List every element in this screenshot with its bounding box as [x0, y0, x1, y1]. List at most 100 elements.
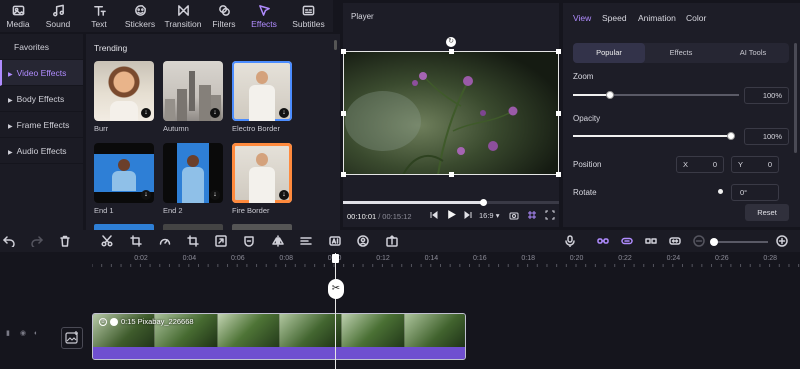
play-icon[interactable] — [446, 209, 457, 222]
time-ruler[interactable]: 0:020:040:060:080:100:120:140:160:180:20… — [92, 253, 800, 267]
category-audio-effects[interactable]: ▶ Audio Effects — [0, 138, 83, 164]
effect-item-burr[interactable]: ↓ Burr — [94, 61, 154, 133]
video-clip[interactable]: ② 0:15 Pixabay_226668 — [92, 313, 466, 360]
reset-button[interactable]: Reset — [745, 204, 789, 221]
position-x-field[interactable]: X0 — [676, 156, 724, 173]
selection-frame[interactable] — [343, 51, 559, 175]
speed-icon[interactable] — [159, 235, 171, 247]
redo-icon[interactable] — [31, 235, 43, 249]
nav-media[interactable]: Media — [0, 0, 36, 32]
zoom-slider-knob[interactable] — [605, 91, 614, 99]
microphone-icon[interactable] — [564, 235, 576, 248]
opacity-slider[interactable] — [573, 132, 735, 140]
progress-knob[interactable] — [480, 199, 488, 206]
resize-handle[interactable] — [556, 111, 561, 116]
fullscreen-icon[interactable] — [545, 210, 555, 222]
ruler-tick-label: 0:12 — [376, 255, 390, 262]
tab-animation[interactable]: Animation — [638, 13, 676, 23]
rotate-crop-icon[interactable] — [187, 235, 199, 247]
effect-item-end-1[interactable]: ↓ End 1 — [94, 143, 154, 215]
add-media-button[interactable] — [61, 327, 83, 349]
download-icon[interactable]: ↓ — [210, 190, 220, 200]
nav-transition[interactable]: Transition — [162, 0, 204, 32]
zoom-value-field[interactable]: 100% — [744, 87, 789, 104]
playhead-handle[interactable] — [332, 254, 339, 263]
subtab-effects[interactable]: Effects — [645, 43, 717, 63]
resize-handle[interactable] — [556, 172, 561, 177]
nav-text[interactable]: Text — [80, 0, 118, 32]
split-icon[interactable] — [101, 235, 113, 247]
previous-frame-icon[interactable] — [429, 210, 439, 222]
scissors-icon[interactable]: ✂ — [328, 279, 344, 299]
resize-handle[interactable] — [449, 172, 454, 177]
eye-icon[interactable]: ◉ — [20, 330, 28, 338]
rotate-handle-icon[interactable]: ↻ — [446, 37, 456, 47]
fit-icon[interactable] — [669, 235, 681, 247]
properties-scrollbar[interactable] — [794, 43, 797, 153]
tab-speed[interactable]: Speed — [602, 13, 627, 23]
magnet-icon[interactable] — [621, 235, 633, 247]
download-icon[interactable]: ↓ — [141, 190, 151, 200]
library-scrollbar[interactable] — [334, 40, 337, 50]
mask-icon[interactable] — [243, 235, 255, 247]
category-frame-effects[interactable]: ▶ Frame Effects — [0, 112, 83, 138]
link-icon[interactable] — [597, 235, 609, 247]
tab-color[interactable]: Color — [686, 13, 706, 23]
ai-icon[interactable] — [329, 235, 341, 247]
nav-effects[interactable]: Effects — [244, 0, 284, 32]
rotate-value-field[interactable]: 0° — [731, 184, 779, 201]
grid-icon[interactable] — [527, 210, 537, 222]
mute-icon[interactable]: ◐ — [34, 330, 42, 338]
flip-icon[interactable] — [272, 235, 284, 247]
nav-transition-label: Transition — [164, 18, 202, 29]
lock-icon[interactable]: ▮ — [6, 330, 14, 338]
resize-handle[interactable] — [341, 111, 346, 116]
effect-item-electro-border[interactable]: ↓ Electro Border — [232, 61, 292, 133]
nav-filters[interactable]: Filters — [204, 0, 244, 32]
nav-sound[interactable]: Sound — [36, 0, 80, 32]
adjust-icon[interactable] — [300, 235, 312, 247]
download-icon[interactable]: ↓ — [210, 108, 220, 118]
playback-progress[interactable] — [343, 199, 559, 206]
resize-handle[interactable] — [341, 49, 346, 54]
section-title: Trending — [94, 43, 128, 53]
next-frame-icon[interactable] — [463, 210, 473, 222]
aspect-ratio-select[interactable]: 16:9 ▾ — [479, 211, 499, 220]
snap-icon[interactable] — [645, 235, 657, 247]
subtab-popular[interactable]: Popular — [573, 43, 645, 63]
download-icon[interactable]: ↓ — [279, 108, 289, 118]
zoom-in-icon[interactable] — [776, 235, 788, 247]
effect-item-autumn[interactable]: ↓ Autumn — [163, 61, 223, 133]
category-body-effects[interactable]: ▶ Body Effects — [0, 86, 83, 112]
playhead[interactable] — [335, 253, 336, 369]
timeline-zoom-slider[interactable] — [712, 241, 768, 243]
export-frame-icon[interactable] — [386, 235, 398, 247]
clip-play-icon — [110, 317, 118, 326]
category-video-effects[interactable]: ▶ Video Effects — [0, 60, 83, 86]
rotate-dial-icon[interactable] — [718, 189, 723, 194]
nav-subtitles[interactable]: Subtitles — [284, 0, 333, 32]
subtab-ai-tools[interactable]: AI Tools — [717, 43, 789, 63]
resize-handle[interactable] — [556, 49, 561, 54]
face-icon[interactable] — [357, 235, 369, 247]
category-favorites[interactable]: Favorites — [0, 34, 83, 60]
download-icon[interactable]: ↓ — [279, 190, 289, 200]
tab-view[interactable]: View — [573, 13, 591, 23]
resize-handle[interactable] — [449, 49, 454, 54]
download-icon[interactable]: ↓ — [141, 108, 151, 118]
effect-item-end-2[interactable]: ↓ End 2 — [163, 143, 223, 215]
nav-stickers[interactable]: Stickers — [118, 0, 162, 32]
opacity-value-field[interactable]: 100% — [744, 128, 789, 145]
resize-icon[interactable] — [215, 235, 227, 247]
timeline-zoom-knob[interactable] — [710, 238, 718, 246]
zoom-slider[interactable] — [573, 91, 739, 99]
delete-icon[interactable] — [59, 235, 71, 247]
snapshot-icon[interactable] — [509, 210, 519, 222]
resize-handle[interactable] — [341, 172, 346, 177]
crop-icon[interactable] — [130, 235, 142, 247]
position-y-field[interactable]: Y0 — [731, 156, 779, 173]
opacity-slider-knob[interactable] — [727, 132, 735, 140]
undo-icon[interactable] — [3, 235, 15, 249]
zoom-out-icon[interactable] — [693, 235, 705, 247]
effect-item-fire-border[interactable]: ↓ Fire Border — [232, 143, 292, 215]
